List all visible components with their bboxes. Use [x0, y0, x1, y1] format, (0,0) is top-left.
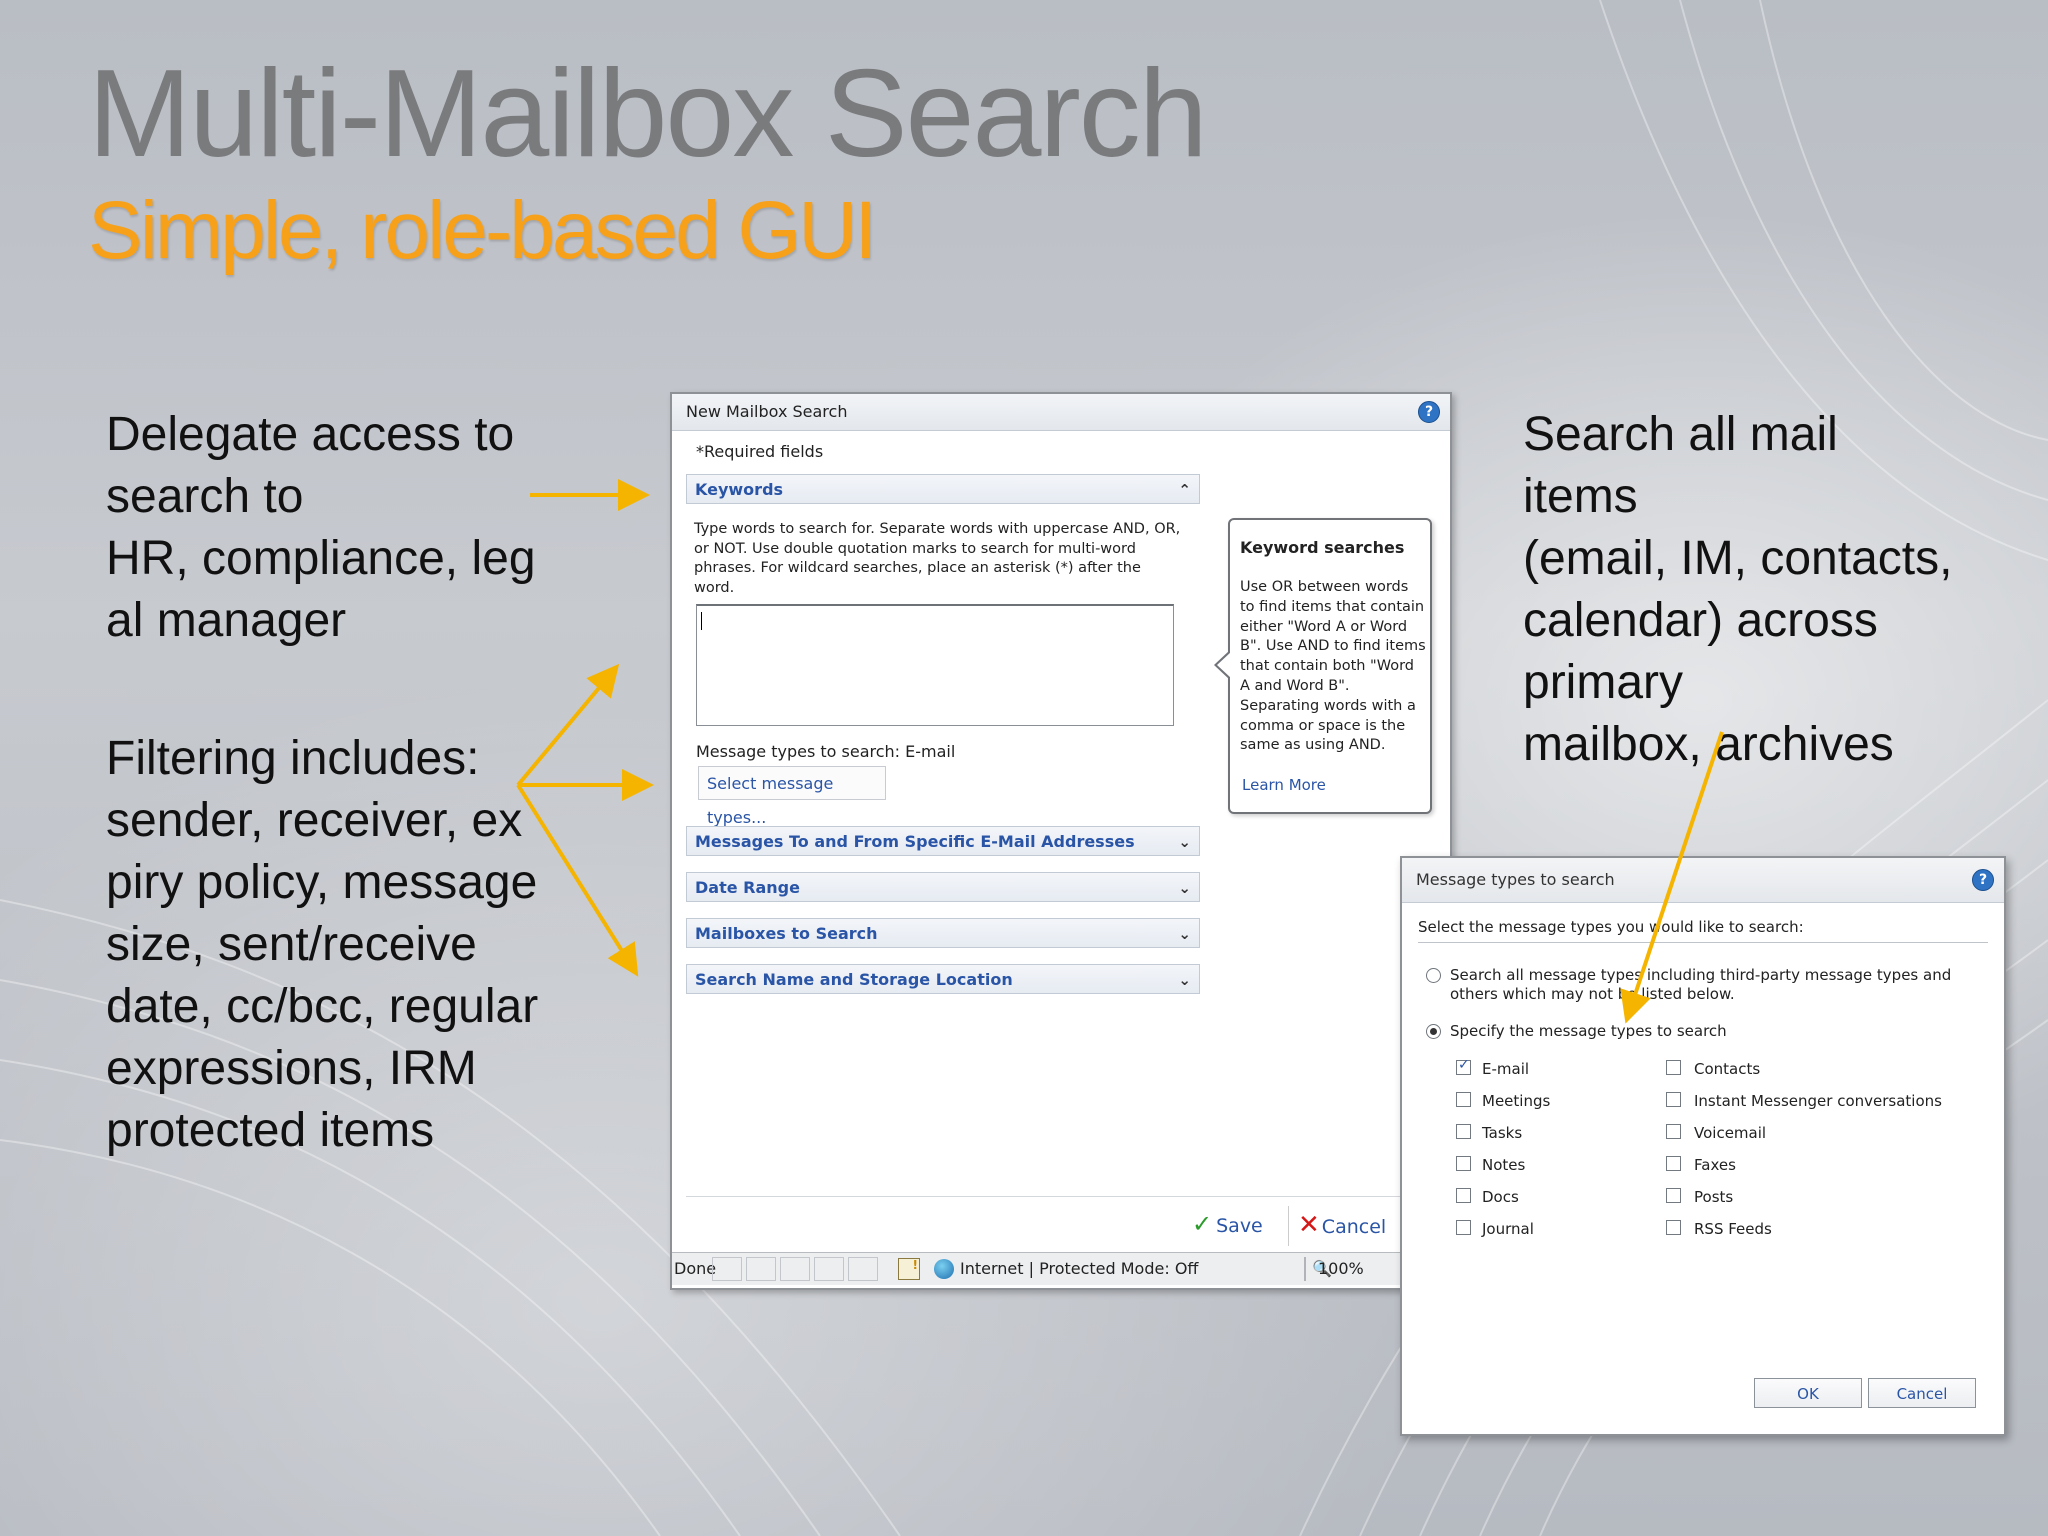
save-label: Save [1216, 1215, 1263, 1237]
bullet-search-all: Search all mail items (email, IM, contac… [1523, 408, 1953, 771]
bullet-delegate-access: Delegate access to search to HR, complia… [106, 408, 536, 647]
checkbox-rss-feeds[interactable] [1666, 1220, 1681, 1235]
checkbox-label: Voicemail [1694, 1124, 1767, 1142]
status-cell [814, 1257, 844, 1281]
checkbox-journal[interactable] [1456, 1220, 1471, 1235]
section-keywords-label: Keywords [695, 480, 784, 499]
checkbox-faxes[interactable] [1666, 1156, 1681, 1171]
cancel-button[interactable]: Cancel [1868, 1378, 1976, 1408]
help-icon[interactable]: ? [1972, 869, 1994, 891]
section-mailboxes-label: Mailboxes to Search [695, 924, 878, 943]
message-types-title: Message types to search [1416, 870, 1615, 889]
section-storage[interactable]: Search Name and Storage Location ⌄ [686, 964, 1200, 994]
status-cell [746, 1257, 776, 1281]
slide-title: Multi-Mailbox Search [88, 45, 1208, 183]
checkbox-meetings[interactable] [1456, 1092, 1471, 1107]
checkbox-label: Instant Messenger conversations [1694, 1092, 1942, 1110]
status-cell [848, 1257, 878, 1281]
button-separator [1288, 1206, 1289, 1246]
checkbox-contacts[interactable] [1666, 1060, 1681, 1075]
checkbox-label: Posts [1694, 1188, 1734, 1206]
keywords-input[interactable] [696, 604, 1174, 726]
section-keywords[interactable]: Keywords ⌃ [686, 474, 1200, 504]
section-addresses-label: Messages To and From Specific E-Mail Add… [695, 832, 1135, 851]
new-mailbox-search-dialog: New Mailbox Search ? *Required fields Ke… [670, 392, 1452, 1290]
radio-search-all[interactable] [1426, 968, 1441, 983]
checkbox-label: Meetings [1482, 1092, 1551, 1110]
security-warning-icon[interactable] [898, 1249, 920, 1281]
cancel-label: Cancel [1321, 1216, 1387, 1238]
keyword-searches-callout: Keyword searches Use OR between words to… [1214, 518, 1432, 814]
message-types-titlebar: Message types to search ? [1402, 858, 2004, 903]
keyword-help-text: Type words to search for. Separate words… [694, 521, 1181, 596]
callout-title: Keyword searches [1240, 538, 1405, 557]
section-storage-label: Search Name and Storage Location [695, 970, 1013, 989]
checkbox-tasks[interactable] [1456, 1124, 1471, 1139]
status-zone: Internet | Protected Mode: Off [960, 1259, 1199, 1278]
browser-status-bar: Done Internet | Protected Mode: Off 🔍 10… [672, 1249, 1446, 1285]
checkbox-label: Faxes [1694, 1156, 1736, 1174]
status-done: Done [674, 1259, 717, 1278]
checkbox-label: E-mail [1482, 1060, 1530, 1078]
checkbox-label: Notes [1482, 1156, 1526, 1174]
footer-divider [686, 1196, 1434, 1197]
radio-specify[interactable] [1426, 1024, 1441, 1039]
dialog-title: New Mailbox Search [686, 402, 848, 421]
status-cell [712, 1257, 742, 1281]
message-types-label: Message types to search: E-mail [696, 742, 956, 761]
section-mailboxes[interactable]: Mailboxes to Search ⌄ [686, 918, 1200, 948]
cancel-button[interactable]: ✕ Cancel [1298, 1210, 1386, 1240]
expand-icon[interactable]: ⌄ [1178, 919, 1191, 949]
select-message-types-button[interactable]: Select message types... [698, 766, 886, 827]
radio-specify-label: Specify the message types to search [1450, 1022, 1727, 1040]
checkbox-label: Docs [1482, 1188, 1519, 1206]
required-fields-note: *Required fields [696, 442, 824, 461]
dialog-titlebar: New Mailbox Search ? [672, 394, 1450, 431]
ok-button[interactable]: OK [1754, 1378, 1862, 1408]
message-types-prompt: Select the message types you would like … [1418, 918, 1804, 936]
bullet-filtering: Filtering includes: sender, receiver, ex… [106, 732, 539, 1157]
expand-icon[interactable]: ⌄ [1178, 873, 1191, 903]
status-zoom[interactable]: 100% [1318, 1253, 1364, 1285]
checkbox-posts[interactable] [1666, 1188, 1681, 1203]
expand-icon[interactable]: ⌄ [1178, 965, 1191, 995]
checkbox-notes[interactable] [1456, 1156, 1471, 1171]
checkmark-icon: ✓ [1192, 1210, 1213, 1238]
checkbox-instant-messenger[interactable] [1666, 1092, 1681, 1107]
help-icon[interactable]: ? [1418, 401, 1440, 423]
section-date-range[interactable]: Date Range ⌄ [686, 872, 1200, 902]
status-cell [780, 1257, 810, 1281]
section-date-range-label: Date Range [695, 878, 800, 897]
checkbox-label: Contacts [1694, 1060, 1761, 1078]
x-icon: ✕ [1298, 1210, 1320, 1240]
checkbox-label: Tasks [1482, 1124, 1523, 1142]
message-types-dialog: Message types to search ? Select the mes… [1400, 856, 2006, 1436]
status-divider [1304, 1257, 1306, 1281]
section-addresses[interactable]: Messages To and From Specific E-Mail Add… [686, 826, 1200, 856]
callout-body: Use OR between words to find items that … [1240, 579, 1426, 754]
learn-more-link[interactable]: Learn More [1242, 776, 1326, 794]
checkbox-docs[interactable] [1456, 1188, 1471, 1203]
expand-icon[interactable]: ⌄ [1178, 827, 1191, 857]
prompt-divider [1418, 942, 1988, 943]
checkbox-label: Journal [1482, 1220, 1534, 1238]
checkbox-email[interactable] [1456, 1057, 1471, 1075]
save-button[interactable]: ✓ Save [1192, 1210, 1263, 1238]
globe-icon [934, 1259, 954, 1279]
radio-search-all-label: Search all message types including third… [1450, 966, 1952, 1003]
text-caret [701, 612, 702, 630]
collapse-icon[interactable]: ⌃ [1178, 475, 1191, 505]
checkbox-voicemail[interactable] [1666, 1124, 1681, 1139]
checkbox-label: RSS Feeds [1694, 1220, 1772, 1238]
slide-subtitle: Simple, role-based GUI [88, 185, 877, 276]
